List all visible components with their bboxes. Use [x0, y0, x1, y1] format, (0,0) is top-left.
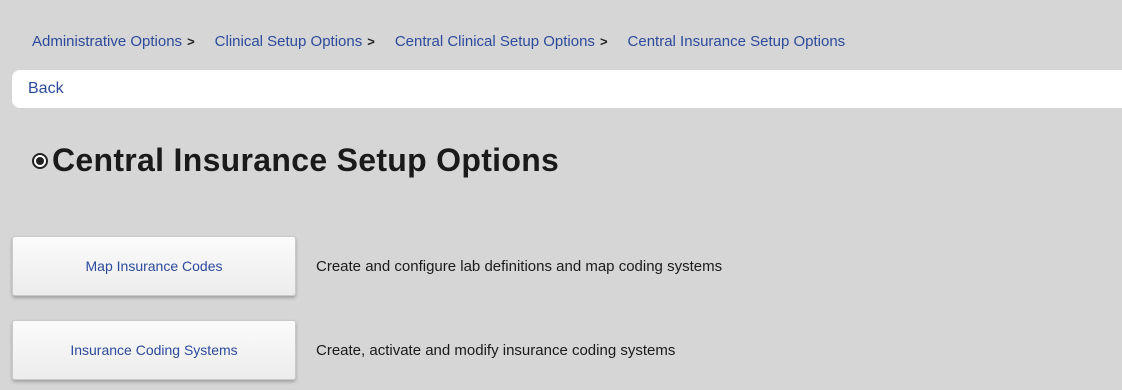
breadcrumb-item-administrative-options[interactable]: Administrative Options >: [12, 33, 195, 50]
breadcrumb-link[interactable]: Clinical Setup Options: [215, 33, 363, 50]
breadcrumb-separator: >: [187, 33, 195, 49]
breadcrumb-separator: >: [599, 33, 608, 49]
option-row-insurance-coding-systems: Insurance Coding Systems Create, activat…: [12, 320, 675, 380]
breadcrumb: Administrative Options > Clinical Setup O…: [12, 22, 1122, 60]
radio-selected-icon: [32, 152, 48, 169]
breadcrumb-link[interactable]: Central Insurance Setup Options: [628, 33, 846, 50]
back-link[interactable]: Back: [28, 80, 64, 98]
breadcrumb-item-central-insurance-setup-options[interactable]: Central Insurance Setup Options: [608, 33, 846, 50]
breadcrumb-separator: >: [367, 33, 375, 49]
breadcrumb-link[interactable]: Administrative Options: [32, 33, 182, 50]
option-description: Create and configure lab definitions and…: [316, 257, 723, 275]
insurance-coding-systems-button[interactable]: Insurance Coding Systems: [12, 320, 296, 380]
map-insurance-codes-button[interactable]: Map Insurance Codes: [12, 236, 296, 296]
breadcrumb-link[interactable]: Central Clinical Setup Options: [395, 33, 595, 50]
back-bar: Back: [12, 70, 1122, 108]
option-row-map-insurance-codes: Map Insurance Codes Create and configure…: [12, 236, 722, 296]
page-title: Central Insurance Setup Options: [52, 142, 560, 178]
breadcrumb-item-central-clinical-setup-options[interactable]: Central Clinical Setup Options >: [375, 33, 608, 50]
breadcrumb-item-clinical-setup-options[interactable]: Clinical Setup Options >: [195, 33, 375, 50]
page-header: Central Insurance Setup Options: [32, 142, 559, 179]
option-description: Create, activate and modify insurance co…: [316, 341, 676, 359]
